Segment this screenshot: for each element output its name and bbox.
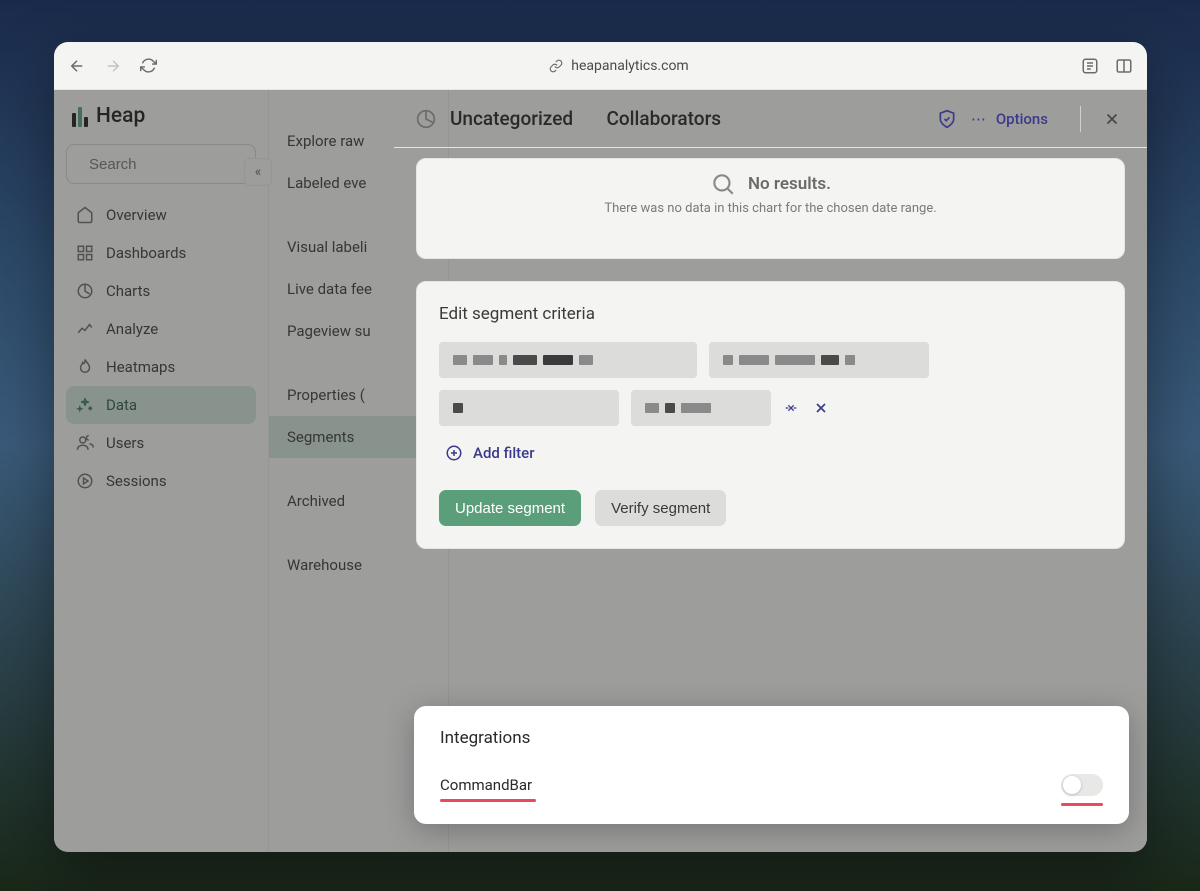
shield-icon[interactable]	[937, 109, 957, 129]
reload-button[interactable]	[140, 57, 157, 74]
remove-filter-icon[interactable]	[813, 400, 829, 416]
verify-segment-button[interactable]: Verify segment	[595, 490, 726, 526]
chart-card: No results. There was no data in this ch…	[416, 158, 1125, 259]
link-filter-icon[interactable]	[783, 400, 799, 416]
split-view-icon[interactable]	[1115, 57, 1133, 75]
commandbar-toggle[interactable]	[1061, 774, 1103, 796]
reader-icon[interactable]	[1081, 57, 1099, 75]
add-filter-label: Add filter	[473, 444, 535, 462]
link-icon	[549, 59, 563, 73]
toggle-knob	[1063, 776, 1081, 794]
forward-button[interactable]	[104, 57, 122, 75]
segment-criteria-title: Edit segment criteria	[439, 304, 1102, 324]
plus-circle-icon	[445, 444, 463, 462]
url-bar[interactable]: heapanalytics.com	[175, 58, 1063, 74]
filter-pill[interactable]	[439, 390, 619, 426]
browser-toolbar: heapanalytics.com	[54, 42, 1147, 90]
no-results-subtitle: There was no data in this chart for the …	[604, 201, 936, 216]
integrations-card: Integrations CommandBar	[414, 706, 1129, 824]
options-menu[interactable]: ⋯ Options	[971, 110, 1048, 128]
filter-pill[interactable]	[631, 390, 771, 426]
close-button[interactable]	[1080, 106, 1125, 132]
options-label: Options	[996, 110, 1048, 128]
chevron-right-icon: ›	[587, 108, 592, 129]
integration-row-commandbar: CommandBar	[440, 774, 1103, 796]
search-icon	[710, 171, 736, 197]
segment-criteria-card: Edit segment criteria	[416, 281, 1125, 549]
filter-pill[interactable]	[439, 342, 697, 378]
filter-pill[interactable]	[709, 342, 929, 378]
browser-window: heapanalytics.com Heap	[54, 42, 1147, 852]
add-filter-button[interactable]: Add filter	[439, 438, 1102, 468]
no-results: No results. There was no data in this ch…	[437, 169, 1104, 218]
no-results-title: No results.	[748, 174, 831, 194]
breadcrumb-category[interactable]: Uncategorized	[450, 107, 573, 130]
detail-header: Uncategorized › Collaborators ⋯ Options	[394, 90, 1147, 148]
segment-icon	[416, 109, 436, 129]
url-text: heapanalytics.com	[571, 58, 688, 74]
highlight-underline	[440, 799, 536, 802]
detail-panel: Uncategorized › Collaborators ⋯ Options …	[394, 90, 1147, 852]
highlight-underline	[1061, 803, 1103, 806]
detail-content: No results. There was no data in this ch…	[394, 148, 1147, 595]
dots-icon: ⋯	[971, 110, 986, 128]
back-button[interactable]	[68, 57, 86, 75]
integrations-title: Integrations	[440, 728, 1103, 748]
integration-name: CommandBar	[440, 776, 532, 794]
breadcrumb-segment: Collaborators	[606, 107, 721, 130]
update-segment-button[interactable]: Update segment	[439, 490, 581, 526]
